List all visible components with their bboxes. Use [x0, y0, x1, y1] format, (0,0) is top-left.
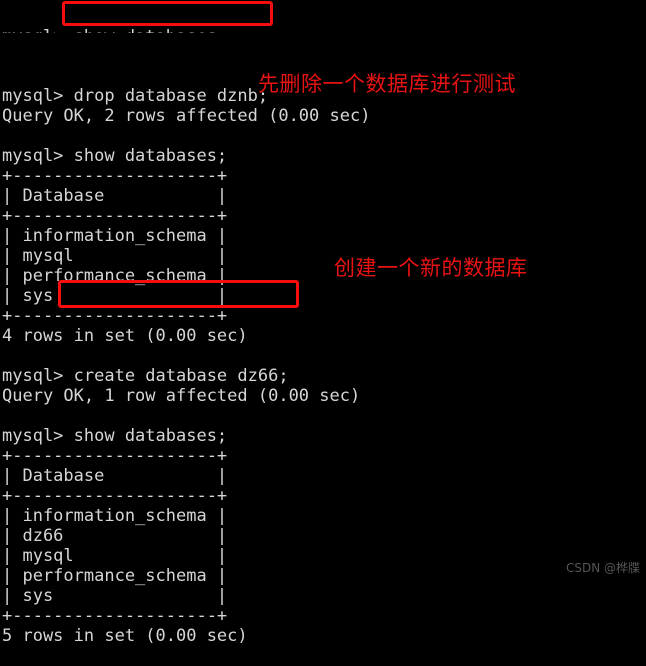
terminal-line: Query OK, 2 rows affected (0.00 sec)	[2, 106, 371, 126]
terminal-line: mysql> show databases;	[2, 146, 228, 166]
terminal-line: 4 rows in set (0.00 sec)	[2, 326, 248, 346]
terminal-line: | information_schema |	[2, 506, 228, 526]
terminal-line: | sys |	[2, 586, 228, 606]
terminal-line: Query OK, 1 row affected (0.00 sec)	[2, 386, 361, 406]
terminal-line: +--------------------+	[2, 306, 228, 326]
terminal-line: 5 rows in set (0.00 sec)	[2, 626, 248, 646]
annotation-create-database: 创建一个新的数据库	[334, 256, 528, 280]
terminal-line: mysql> show databases;	[2, 426, 228, 446]
terminal-line: | information_schema |	[2, 226, 228, 246]
annotation-drop-database: 先删除一个数据库进行测试	[258, 72, 516, 96]
terminal-clipped-previous-line: mysql> show databases;	[0, 27, 646, 33]
terminal-line: +--------------------+	[2, 486, 228, 506]
terminal-line: +--------------------+	[2, 606, 228, 626]
terminal-line: +--------------------+	[2, 166, 228, 186]
terminal-line: | sys |	[2, 286, 228, 306]
terminal-line: | Database |	[2, 186, 228, 206]
terminal-line: | performance_schema |	[2, 566, 228, 586]
terminal-line: +--------------------+	[2, 446, 228, 466]
terminal-line: mysql> create database dz66;	[2, 366, 289, 386]
terminal-line: +--------------------+	[2, 206, 228, 226]
csdn-watermark: CSDN @桦牒	[565, 561, 640, 575]
terminal-line: | performance_schema |	[2, 266, 228, 286]
terminal-line: | Database |	[2, 466, 228, 486]
terminal-line: | mysql |	[2, 246, 228, 266]
terminal-line: | mysql |	[2, 546, 228, 566]
terminal-output: mysql> drop database dznb; Query OK, 2 ro…	[0, 86, 646, 646]
terminal-line: | dz66 |	[2, 526, 228, 546]
